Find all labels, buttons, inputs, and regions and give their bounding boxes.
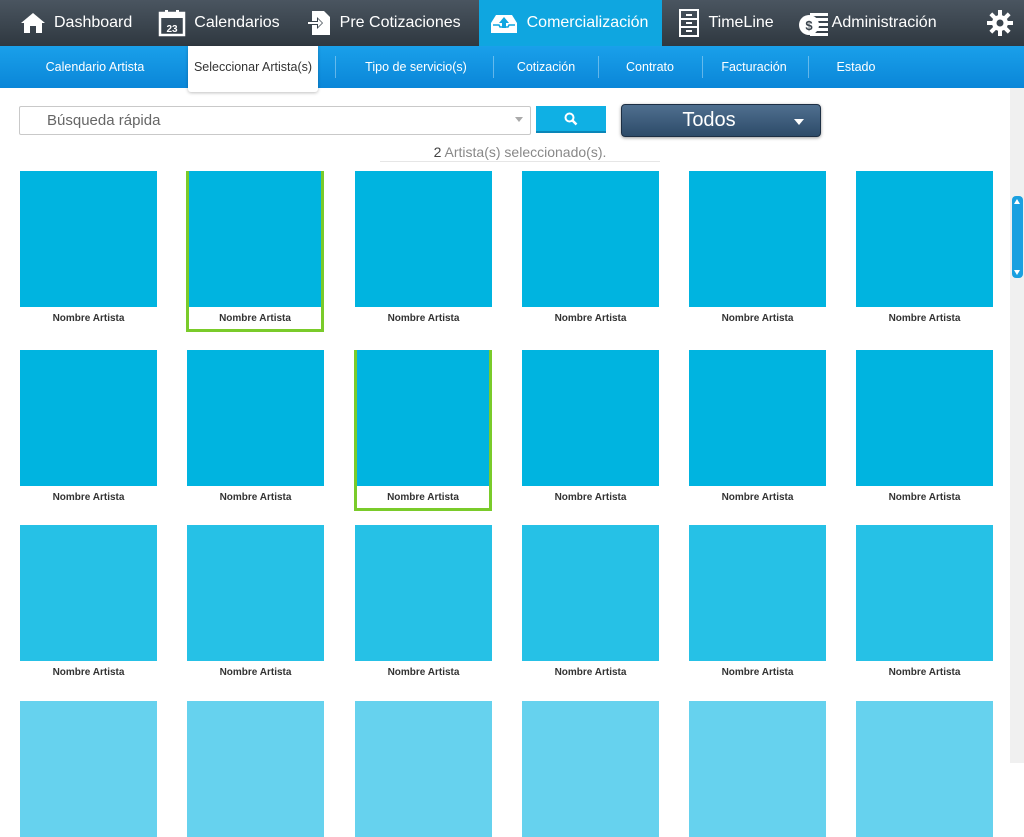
artist-photo <box>856 701 993 837</box>
artist-photo <box>689 171 826 307</box>
artist-photo <box>355 171 492 307</box>
artist-card[interactable]: Nombre Artista <box>522 525 659 683</box>
artist-photo <box>856 171 993 307</box>
artist-photo <box>856 350 993 486</box>
artist-photo <box>187 701 324 837</box>
artist-photo <box>189 171 321 307</box>
artist-card[interactable]: Nombre Artista <box>856 171 993 329</box>
scrollbar-thumb[interactable] <box>1012 196 1023 278</box>
artist-name: Nombre Artista <box>387 666 460 678</box>
artist-photo <box>689 350 826 486</box>
artist-card[interactable]: Nombre Artista <box>187 525 324 683</box>
artist-name: Nombre Artista <box>219 312 291 324</box>
artist-name: Nombre Artista <box>888 666 961 678</box>
scrollbar-track[interactable] <box>1010 88 1024 763</box>
artist-card[interactable]: Nombre Artista <box>689 171 826 329</box>
artist-photo <box>20 525 157 661</box>
artist-card[interactable] <box>856 701 993 837</box>
artist-card[interactable]: Nombre Artista <box>354 350 492 511</box>
artist-name: Nombre Artista <box>888 491 961 503</box>
artist-card[interactable]: Nombre Artista <box>20 525 157 683</box>
artist-name: Nombre Artista <box>52 312 125 324</box>
artist-photo <box>187 525 324 661</box>
artist-photo <box>522 701 659 837</box>
artist-card[interactable]: Nombre Artista <box>689 525 826 683</box>
artist-photo <box>355 701 492 837</box>
artist-card[interactable]: Nombre Artista <box>355 171 492 329</box>
artist-photo <box>522 171 659 307</box>
artist-photo <box>357 350 489 486</box>
artist-card[interactable] <box>689 701 826 837</box>
artist-photo <box>522 350 659 486</box>
artist-photo <box>689 525 826 661</box>
artist-name: Nombre Artista <box>888 312 961 324</box>
artist-card[interactable] <box>522 701 659 837</box>
artist-card[interactable]: Nombre Artista <box>186 171 324 332</box>
artist-card[interactable]: Nombre Artista <box>689 350 826 508</box>
artist-card[interactable]: Nombre Artista <box>355 525 492 683</box>
artist-card[interactable]: Nombre Artista <box>522 350 659 508</box>
artist-name: Nombre Artista <box>554 491 627 503</box>
artist-name: Nombre Artista <box>721 666 794 678</box>
artist-card[interactable] <box>20 701 157 837</box>
artist-name: Nombre Artista <box>219 491 292 503</box>
tab-seleccionar-artistas[interactable]: Seleccionar Artista(s) <box>188 46 318 92</box>
artist-name: Nombre Artista <box>52 666 125 678</box>
artist-card[interactable] <box>355 701 492 837</box>
artist-card[interactable]: Nombre Artista <box>20 350 157 508</box>
artist-card[interactable]: Nombre Artista <box>20 171 157 329</box>
artist-photo <box>20 171 157 307</box>
artist-name: Nombre Artista <box>52 491 125 503</box>
artist-photo <box>689 701 826 837</box>
artist-photo <box>522 525 659 661</box>
artist-name: Nombre Artista <box>387 491 459 503</box>
artist-photo <box>856 525 993 661</box>
artist-name: Nombre Artista <box>554 666 627 678</box>
artist-name: Nombre Artista <box>721 312 794 324</box>
artist-card[interactable]: Nombre Artista <box>187 350 324 508</box>
artist-name: Nombre Artista <box>387 312 460 324</box>
artist-card[interactable]: Nombre Artista <box>856 525 993 683</box>
artist-card[interactable]: Nombre Artista <box>856 350 993 508</box>
artist-photo <box>355 525 492 661</box>
artist-name: Nombre Artista <box>721 491 794 503</box>
artist-card[interactable]: Nombre Artista <box>522 171 659 329</box>
artist-photo <box>187 350 324 486</box>
artist-name: Nombre Artista <box>554 312 627 324</box>
artist-card[interactable] <box>187 701 324 837</box>
artist-name: Nombre Artista <box>219 666 292 678</box>
artist-photo <box>20 350 157 486</box>
artist-grid: Nombre Artista Nombre Artista Nombre Artis… <box>0 0 1010 837</box>
artist-photo <box>20 701 157 837</box>
